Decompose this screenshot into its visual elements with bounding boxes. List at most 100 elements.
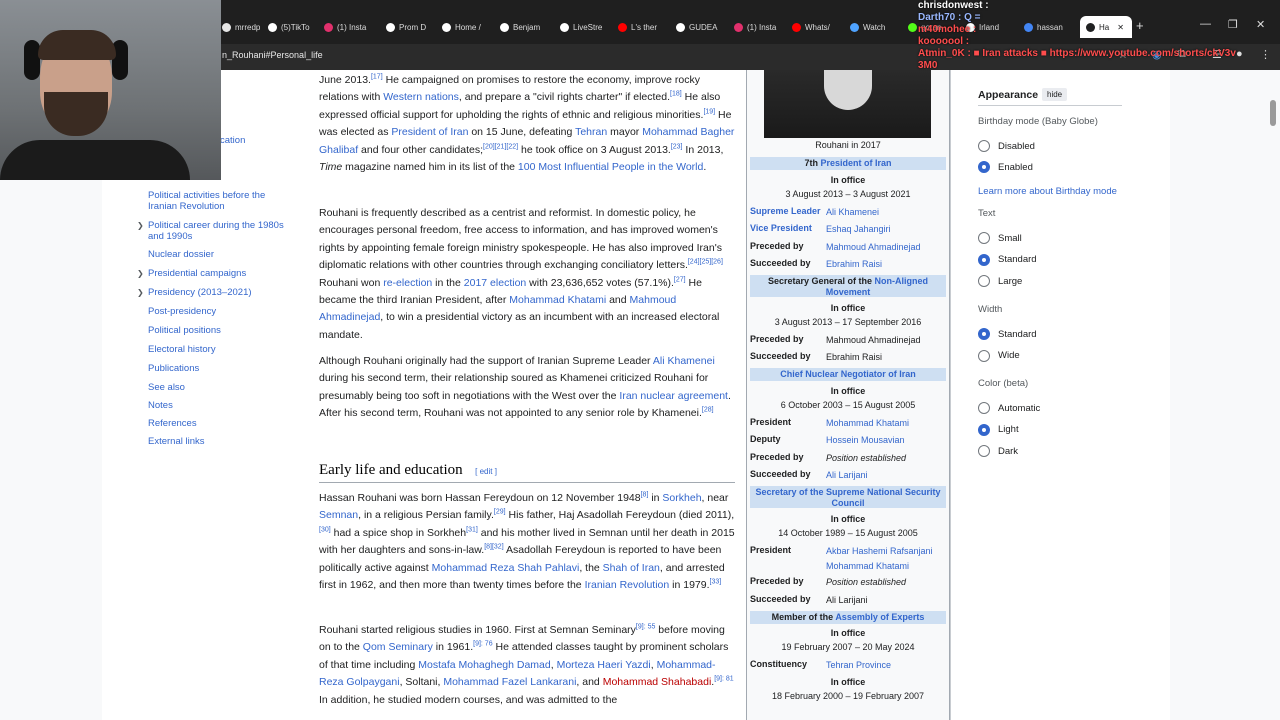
width-option[interactable]: Wide — [978, 349, 1020, 362]
toc-item[interactable]: External links — [148, 436, 286, 447]
tab-label: GUDEA — [689, 22, 718, 32]
infobox-row-value[interactable]: Ebrahim Raisi — [826, 258, 948, 271]
in-office-label: In office — [830, 628, 866, 638]
scrollbar[interactable] — [1270, 100, 1276, 126]
browser-tab[interactable]: (5)TikTo — [268, 18, 320, 36]
toc-item[interactable]: Electoral history — [148, 344, 286, 355]
toc-item[interactable]: See also — [148, 382, 286, 393]
radio-button[interactable] — [978, 349, 990, 362]
infobox-header-prefix: 7th — [804, 158, 821, 168]
birthday-mode-option[interactable]: Enabled — [978, 161, 1033, 173]
infobox-row-value[interactable]: Mohammad Khatami — [826, 560, 948, 573]
infobox-row-value[interactable]: Akbar Hashemi Rafsanjani — [826, 545, 948, 558]
browser-tab[interactable]: (1) Insta — [324, 18, 376, 36]
browser-tab[interactable]: GUDEA — [676, 18, 728, 36]
infobox-row-label: Supreme Leader — [750, 206, 821, 216]
radio-button[interactable] — [978, 445, 990, 457]
chevron-right-icon[interactable]: ❯ — [137, 269, 144, 278]
infobox-header-link[interactable]: President of Iran — [821, 158, 892, 168]
color-theme-option[interactable]: Automatic — [978, 402, 1040, 414]
toc-item[interactable]: Post-presidency — [148, 306, 286, 317]
infobox-header-prefix: Member of the — [771, 612, 836, 622]
infobox-row-label: Deputy — [750, 434, 781, 444]
tab-favicon-icon — [618, 22, 627, 32]
toc-item[interactable]: Presidency (2013–2021) — [148, 287, 286, 298]
chat-message: chrisdonwest : — [918, 0, 989, 11]
article-paragraph: Rouhani is frequently described as a cen… — [319, 207, 723, 341]
toc-item[interactable]: Political positions — [148, 325, 286, 336]
infobox-row-value: Ali Larijani — [826, 595, 868, 605]
appearance-section-label: Birthday mode (Baby Globe) — [978, 116, 1098, 127]
browser-tab[interactable]: L's ther — [618, 18, 670, 36]
profile-icon[interactable]: ● — [1236, 48, 1243, 60]
toc-item[interactable]: Presidential campaigns — [148, 268, 286, 279]
infobox-header-link[interactable]: Assembly of Experts — [835, 612, 924, 622]
appearance-title: Appearance — [978, 89, 1039, 101]
infobox-row-value[interactable]: Mohammad Khatami — [826, 417, 948, 430]
infobox-row-value: Mahmoud Ahmadinejad — [826, 335, 921, 345]
radio-button[interactable] — [978, 253, 990, 266]
birthday-mode-option[interactable]: Disabled — [978, 140, 1035, 152]
chevron-right-icon[interactable]: ❯ — [137, 221, 144, 230]
url-text[interactable]: n_Rouhani#Personal_life — [222, 50, 323, 60]
radio-button[interactable] — [978, 232, 990, 244]
panel-separator — [950, 70, 951, 720]
color-theme-option[interactable]: Dark — [978, 445, 1018, 457]
infobox-row-value[interactable]: Tehran Province — [826, 659, 948, 672]
toc-item[interactable]: Nuclear dossier — [148, 249, 286, 260]
appearance-hide-button[interactable]: hide — [1042, 88, 1068, 101]
appearance-section-label: Width — [978, 304, 1003, 315]
birthday-learn-more-link[interactable]: Learn more about Birthday mode — [978, 186, 1117, 197]
tab-label: Prom D — [399, 22, 427, 32]
radio-button[interactable] — [978, 275, 990, 287]
infobox-row-value[interactable]: Ali Khamenei — [826, 206, 948, 219]
browser-tab[interactable]: Home / — [442, 18, 494, 36]
radio-button[interactable] — [978, 423, 990, 436]
toc-item[interactable]: Political career during the 1980s and 19… — [148, 220, 286, 242]
text-size-option[interactable]: Standard — [978, 253, 1037, 266]
infobox-row-value: Ebrahim Raisi — [826, 352, 883, 362]
toc-item[interactable]: Publications — [148, 363, 286, 374]
infobox-row-value[interactable]: Eshaq Jahangiri — [826, 223, 948, 236]
infobox-row-label: Succeeded by — [750, 258, 811, 268]
infobox-row-value[interactable]: Hossein Mousavian — [826, 434, 948, 447]
infobox-row-label: Succeeded by — [750, 469, 811, 479]
tab-favicon-icon — [908, 22, 917, 32]
toc-item[interactable]: Notes — [148, 400, 286, 411]
term-dates: 19 February 2007 – 20 May 2024 — [781, 642, 915, 652]
browser-tab[interactable]: (1) Insta — [734, 18, 786, 36]
browser-tab[interactable]: mrredp — [222, 18, 274, 36]
toc-item[interactable]: Political activities before the Iranian … — [148, 190, 286, 212]
infobox-row-value: Position established — [826, 577, 907, 587]
radio-button[interactable] — [978, 328, 990, 340]
in-office-label: In office — [830, 514, 866, 524]
toc-item[interactable]: References — [148, 418, 286, 429]
infobox-row-label: Preceded by — [750, 452, 804, 462]
infobox-row-value[interactable]: Ali Larijani — [826, 469, 948, 482]
radio-button[interactable] — [978, 161, 990, 173]
article-paragraph: Rouhani started religious studies in 196… — [319, 623, 734, 706]
infobox-header-link[interactable]: Chief Nuclear Negotiator of Iran — [780, 369, 916, 379]
color-theme-option[interactable]: Light — [978, 423, 1019, 436]
tab-favicon-icon — [850, 22, 859, 32]
menu-icon[interactable]: ⋮ — [1260, 48, 1271, 61]
radio-button[interactable] — [978, 402, 990, 414]
close-window-button[interactable]: ✕ — [1256, 18, 1265, 31]
radio-button[interactable] — [978, 140, 990, 152]
tab-label: (5)TikTo — [281, 22, 310, 32]
browser-tab[interactable]: Prom D — [386, 18, 438, 36]
infobox-header-link[interactable]: Secretary of the Supreme National Securi… — [755, 487, 940, 508]
tab-favicon-icon — [734, 22, 743, 32]
browser-tab[interactable]: Benjam — [500, 18, 552, 36]
text-size-option[interactable]: Large — [978, 275, 1022, 287]
section-edit-link[interactable]: [ edit ] — [475, 467, 497, 476]
article-paragraph: Although Rouhani originally had the supp… — [319, 355, 731, 420]
browser-tab[interactable]: Whats/ — [792, 18, 844, 36]
width-option[interactable]: Standard — [978, 328, 1037, 340]
infobox-row-value[interactable]: Mahmoud Ahmadinejad — [826, 241, 948, 254]
browser-tab[interactable]: Watch — [850, 18, 902, 36]
browser-tab[interactable]: LiveStre — [560, 18, 612, 36]
chevron-right-icon[interactable]: ❯ — [137, 288, 144, 297]
text-size-option[interactable]: Small — [978, 232, 1022, 244]
portrait-image[interactable] — [764, 70, 931, 138]
